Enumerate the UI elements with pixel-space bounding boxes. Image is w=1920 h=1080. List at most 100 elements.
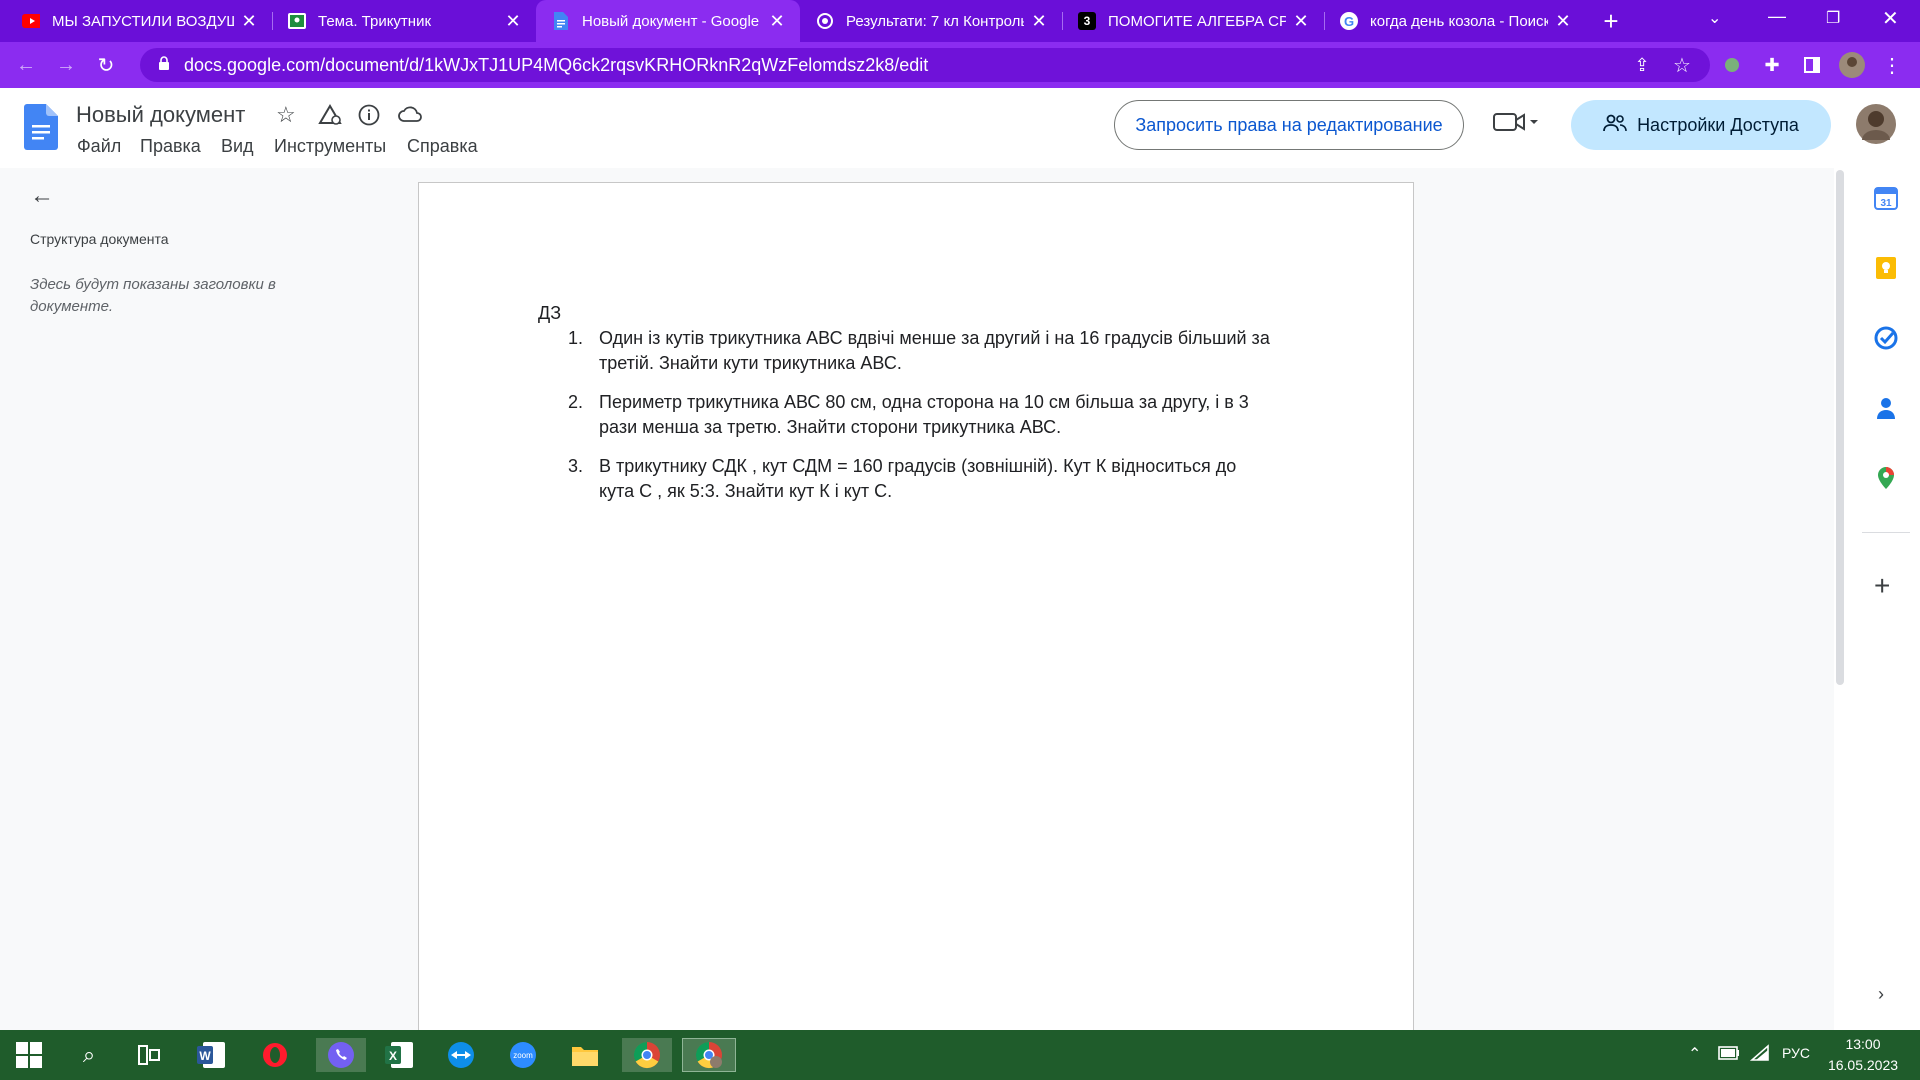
search-icon[interactable]: ⌕: [72, 1038, 106, 1072]
svg-text:W: W: [199, 1049, 211, 1063]
tab-forms[interactable]: Результати: 7 кл Контроль ✕: [800, 0, 1062, 42]
close-icon[interactable]: ✕: [240, 11, 258, 32]
svg-text:31: 31: [1880, 198, 1892, 209]
restore-icon[interactable]: ❐: [1826, 8, 1840, 28]
maps-icon[interactable]: [1874, 466, 1898, 490]
menu-help[interactable]: Справка: [407, 136, 478, 157]
side-divider: [1862, 532, 1910, 533]
tab-youtube[interactable]: МЫ ЗАПУСТИЛИ ВОЗДУШ ✕: [0, 0, 272, 42]
minimize-icon[interactable]: —: [1768, 6, 1786, 27]
tasks-icon[interactable]: [1874, 326, 1898, 350]
meet-icon[interactable]: [1492, 110, 1540, 139]
share-label: Настройки Доступа: [1637, 114, 1799, 135]
tab-title: Тема. Трикутник: [318, 12, 432, 30]
close-icon[interactable]: ✕: [1554, 11, 1572, 32]
menu-file[interactable]: Файл: [77, 136, 121, 157]
battery-icon[interactable]: [1718, 1046, 1740, 1065]
classroom-icon: [288, 12, 306, 30]
word-icon[interactable]: W: [194, 1038, 228, 1072]
people-icon: [1603, 114, 1627, 137]
lock-icon: [158, 55, 170, 75]
menu-edit[interactable]: Правка: [140, 136, 201, 157]
document-title[interactable]: Новый документ: [76, 102, 245, 128]
list-number: 2.: [568, 392, 584, 412]
google-icon: G: [1340, 12, 1358, 30]
menu-view[interactable]: Вид: [221, 136, 254, 157]
cloud-status-icon[interactable]: [398, 105, 422, 128]
tab-google[interactable]: G когда день козола - Поиск ✕: [1324, 0, 1586, 42]
tray-chevron-icon[interactable]: ⌃: [1688, 1044, 1701, 1064]
puzzle-icon[interactable]: ✚: [1758, 51, 1786, 79]
language-indicator[interactable]: РУС: [1782, 1045, 1810, 1061]
list-number: 3.: [568, 456, 584, 476]
outline-title: Структура документа: [30, 231, 169, 247]
close-icon[interactable]: ✕: [1030, 11, 1048, 32]
docs-logo-icon[interactable]: [24, 104, 58, 155]
url-text: docs.google.com/document/d/1kWJxTJ1UP4MQ…: [184, 54, 929, 75]
forms-icon: [816, 12, 834, 30]
close-outline-icon[interactable]: ←: [30, 182, 54, 210]
expand-panel-icon[interactable]: ›: [1878, 984, 1884, 1005]
request-edit-button[interactable]: Запросить права на редактирование: [1114, 100, 1464, 150]
reload-icon[interactable]: ↻: [92, 51, 120, 79]
tab-title: МЫ ЗАПУСТИЛИ ВОЗДУШ: [52, 12, 234, 30]
forward-icon[interactable]: →: [52, 51, 80, 79]
account-avatar[interactable]: [1856, 104, 1896, 149]
vertical-scrollbar[interactable]: [1836, 170, 1844, 685]
share-page-icon[interactable]: ⇪: [1628, 51, 1656, 79]
list-text-line: рази менша за третю. Знайти сторони трик…: [599, 417, 1062, 437]
windows-taskbar: ⌕ W X zoom ⌃ РУС 13:00 16.05.2023: [0, 1030, 1920, 1080]
back-icon[interactable]: ←: [12, 51, 40, 79]
zoom-icon[interactable]: zoom: [506, 1038, 540, 1072]
list-number: 1.: [568, 328, 584, 348]
share-button[interactable]: Настройки Доступа: [1571, 100, 1831, 150]
star-icon[interactable]: ☆: [276, 102, 296, 128]
svg-text:X: X: [389, 1049, 397, 1063]
extension-icon[interactable]: [1718, 51, 1746, 79]
new-tab-icon[interactable]: +: [1596, 6, 1626, 36]
tab-znanija[interactable]: 3 ПОМОГИТЕ АЛГЕБРА СРО ✕: [1062, 0, 1324, 42]
tab-title: Результати: 7 кл Контроль: [846, 12, 1024, 30]
list-text-line: Один із кутів трикутника АВС вдвічі менш…: [599, 328, 1270, 348]
excel-icon[interactable]: X: [382, 1038, 416, 1072]
chrome-icon[interactable]: [622, 1038, 672, 1072]
bookmark-star-icon[interactable]: ☆: [1668, 51, 1696, 79]
menu-icon[interactable]: ⋮: [1878, 51, 1906, 79]
list-text-line: Периметр трикутника АВС 80 см, одна стор…: [599, 392, 1249, 412]
menu-tools[interactable]: Инструменты: [274, 136, 386, 157]
teamviewer-icon[interactable]: [444, 1038, 478, 1072]
svg-text:zoom: zoom: [513, 1051, 533, 1060]
add-addon-icon[interactable]: +: [1874, 570, 1890, 602]
move-to-drive-icon[interactable]: [318, 104, 342, 131]
system-clock[interactable]: 13:00 16.05.2023: [1808, 1034, 1918, 1076]
file-explorer-icon[interactable]: [568, 1038, 602, 1072]
list-text-line: В трикутнику СДК , кут СДМ = 160 градусі…: [599, 456, 1237, 476]
tab-title: когда день козола - Поиск: [1370, 12, 1548, 30]
document-page[interactable]: [418, 182, 1414, 1042]
address-bar[interactable]: docs.google.com/document/d/1kWJxTJ1UP4MQ…: [140, 48, 1710, 82]
calendar-icon[interactable]: 31: [1874, 186, 1898, 210]
tab-search-icon[interactable]: ⌄: [1708, 8, 1721, 28]
close-icon[interactable]: ✕: [504, 11, 522, 32]
tab-docs[interactable]: Новый документ - Google ✕: [536, 0, 800, 42]
znanija-icon: 3: [1078, 12, 1096, 30]
close-icon[interactable]: ✕: [1292, 11, 1310, 32]
clock-time: 13:00: [1845, 1036, 1881, 1052]
chrome-profile-icon[interactable]: [682, 1038, 736, 1072]
window-close-icon[interactable]: ✕: [1882, 6, 1899, 31]
side-panel-icon[interactable]: [1798, 51, 1826, 79]
profile-avatar[interactable]: [1838, 51, 1866, 79]
windows-start-icon[interactable]: [12, 1038, 46, 1072]
contacts-icon[interactable]: [1874, 396, 1898, 420]
wifi-icon[interactable]: [1749, 1044, 1770, 1067]
task-view-icon[interactable]: [132, 1038, 166, 1072]
list-text-line: третій. Знайти кути трикутника АВС.: [599, 353, 902, 373]
close-icon[interactable]: ✕: [768, 11, 786, 32]
opera-icon[interactable]: [258, 1038, 292, 1072]
clock-date: 16.05.2023: [1827, 1057, 1899, 1073]
info-icon[interactable]: [358, 104, 380, 131]
viber-icon[interactable]: [316, 1038, 366, 1072]
keep-icon[interactable]: [1874, 256, 1898, 280]
tab-classroom[interactable]: Тема. Трикутник ✕: [272, 0, 536, 42]
document-heading: ДЗ: [538, 303, 562, 323]
